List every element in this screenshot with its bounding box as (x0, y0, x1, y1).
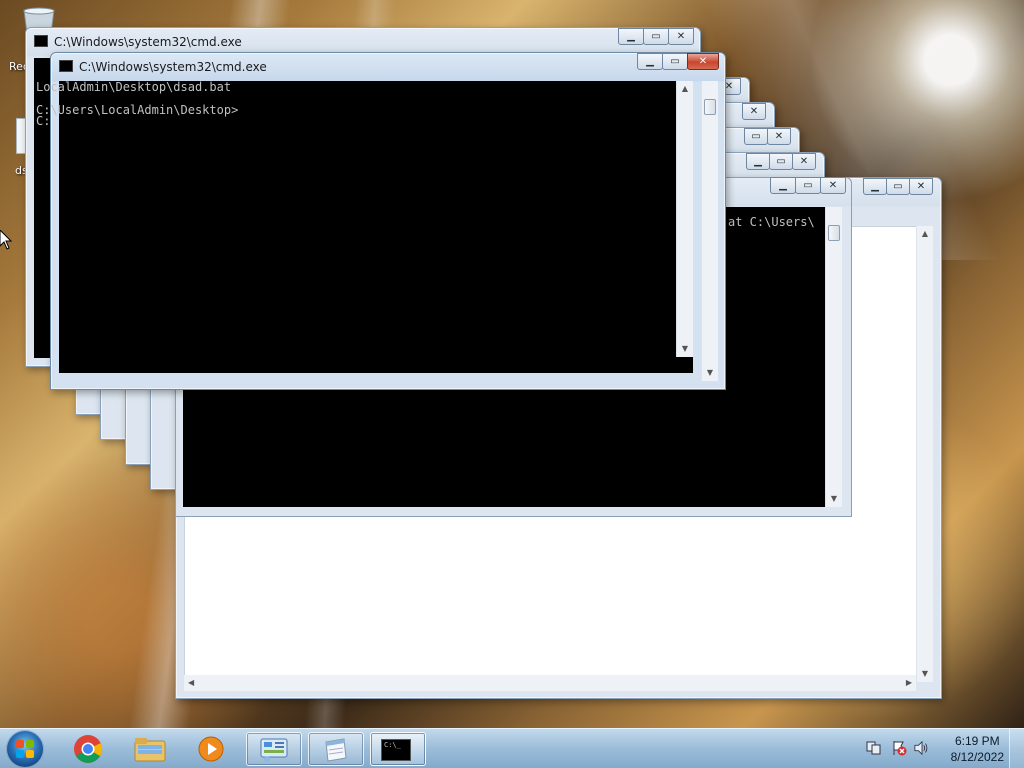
notepad-icon (325, 738, 347, 762)
taskbar-chrome[interactable] (60, 732, 116, 766)
close-button[interactable]: ✕ (909, 178, 933, 195)
minimize-icon: ▁ (627, 30, 635, 42)
close-icon: ✕ (828, 179, 838, 191)
windows-logo-icon (16, 740, 34, 758)
maximize-button[interactable]: ▭ (886, 178, 910, 195)
chrome-icon (74, 735, 103, 763)
horizontal-strip (59, 357, 693, 373)
title-bar[interactable]: C:\Windows\system32\cmd.exe ▁ ▭ ✕ (51, 53, 725, 81)
maximize-button[interactable]: ▭ (795, 177, 821, 194)
close-button[interactable]: ✕ (668, 28, 694, 45)
maximize-button[interactable]: ▭ (744, 128, 768, 145)
scroll-down-icon[interactable]: ▼ (917, 666, 933, 682)
clock[interactable]: 6:19 PM 8/12/2022 (951, 733, 1004, 765)
mouse-cursor-icon (0, 230, 12, 250)
cmd-icon (59, 60, 73, 72)
close-icon: ✕ (774, 130, 784, 142)
clock-date: 8/12/2022 (950, 750, 1004, 764)
window-title: C:\Windows\system32\cmd.exe (79, 60, 267, 74)
network-icon[interactable] (866, 740, 882, 756)
close-button[interactable]: ✕ (792, 153, 816, 170)
close-icon: ✕ (916, 180, 926, 192)
minimize-button[interactable]: ▁ (637, 53, 663, 70)
minimize-button[interactable]: ▁ (618, 28, 644, 45)
show-desktop-button[interactable] (1009, 729, 1024, 768)
maximize-button[interactable]: ▭ (662, 53, 688, 70)
close-icon: ✕ (698, 55, 708, 67)
maximize-icon: ▭ (803, 179, 813, 191)
clock-time: 6:19 PM (954, 734, 1000, 748)
taskbar-cmd[interactable]: C:\_ (370, 732, 426, 766)
taskbar-control-panel[interactable] (246, 732, 302, 766)
scroll-up-icon[interactable]: ▲ (677, 81, 693, 97)
scroll-down-icon[interactable]: ▼ (826, 491, 842, 507)
maximize-icon: ▭ (651, 30, 661, 42)
taskbar-media-player[interactable] (184, 732, 240, 766)
minimize-icon: ▁ (779, 179, 787, 191)
action-center-icon[interactable] (891, 740, 907, 756)
volume-icon[interactable] (914, 740, 930, 756)
close-icon: ✕ (799, 155, 809, 167)
minimize-icon: ▁ (754, 155, 762, 167)
horizontal-scrollbar[interactable]: ◀ ▶ (184, 675, 916, 691)
close-icon: ✕ (676, 30, 686, 42)
taskbar: C:\_ 6:19 PM 8/12/2022 (0, 728, 1024, 768)
scroll-thumb[interactable] (828, 225, 840, 241)
scroll-thumb[interactable] (704, 99, 716, 115)
start-button[interactable] (6, 730, 44, 768)
close-button[interactable]: ✕ (742, 103, 766, 120)
close-button[interactable]: ✕ (687, 53, 719, 70)
console-text: at C:\Users\ (728, 215, 815, 229)
scroll-left-icon[interactable]: ◀ (188, 675, 194, 691)
cmd-icon (34, 35, 48, 47)
minimize-icon: ▁ (646, 55, 654, 67)
minimize-button[interactable]: ▁ (863, 178, 887, 195)
close-icon: ✕ (749, 105, 759, 117)
scroll-down-icon[interactable]: ▼ (677, 341, 693, 357)
close-icon: ✕ (724, 80, 734, 92)
vertical-scrollbar[interactable]: ▼ (825, 207, 842, 507)
cmd-taskbar-icon: C:\_ (381, 739, 411, 761)
close-button[interactable]: ✕ (767, 128, 791, 145)
outer-scrollbar[interactable]: ▼ (701, 81, 718, 381)
minimize-button[interactable]: ▁ (746, 153, 770, 170)
minimize-button[interactable]: ▁ (770, 177, 796, 194)
folder-icon (134, 738, 166, 762)
vertical-scrollbar[interactable]: ▲ ▼ (916, 226, 933, 682)
cmd-icon-text: C:\_ (384, 741, 401, 749)
media-player-icon (198, 736, 224, 762)
taskbar-notepad[interactable] (308, 732, 364, 766)
scroll-up-icon[interactable]: ▲ (917, 226, 933, 242)
vertical-scrollbar[interactable]: ▲ ▼ (676, 81, 693, 357)
window-title: C:\Windows\system32\cmd.exe (54, 35, 242, 49)
console-output[interactable] (59, 81, 677, 357)
maximize-icon: ▭ (670, 55, 680, 67)
cmd-window-front[interactable]: C:\Windows\system32\cmd.exe ▁ ▭ ✕ ▲ ▼ ▼ (50, 52, 726, 390)
maximize-icon: ▭ (893, 180, 903, 192)
minimize-icon: ▁ (871, 180, 879, 192)
maximize-button[interactable]: ▭ (769, 153, 793, 170)
scroll-right-icon[interactable]: ▶ (906, 675, 912, 691)
taskbar-explorer[interactable] (122, 732, 178, 766)
close-button[interactable]: ✕ (820, 177, 846, 194)
maximize-icon: ▭ (776, 155, 786, 167)
maximize-icon: ▭ (751, 130, 761, 142)
scroll-down-icon[interactable]: ▼ (702, 365, 718, 381)
control-panel-icon (260, 738, 288, 762)
maximize-button[interactable]: ▭ (643, 28, 669, 45)
